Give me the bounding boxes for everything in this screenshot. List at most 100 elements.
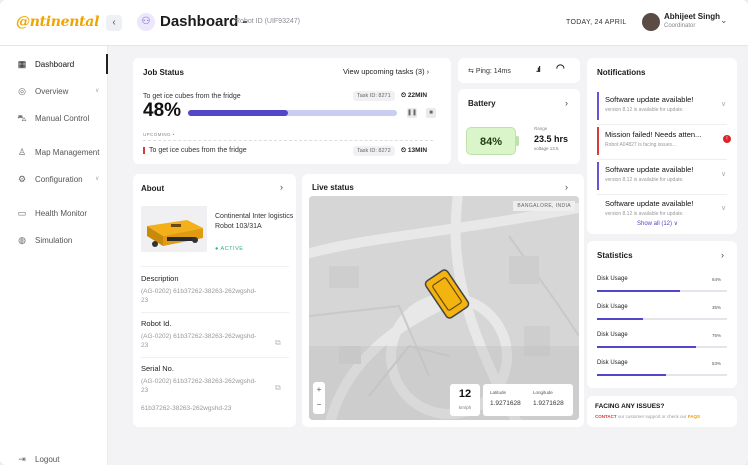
contact-link[interactable]: CONTACT bbox=[595, 414, 617, 419]
next-task-text: To get ice cubes from the fridge bbox=[143, 147, 247, 154]
stat-percent: 76% bbox=[712, 333, 722, 338]
gear-icon: ⚙ bbox=[17, 174, 27, 184]
avatar[interactable] bbox=[642, 13, 660, 31]
copy-icon[interactable]: ⧉ bbox=[275, 338, 281, 348]
eye-icon: ◎ bbox=[18, 86, 26, 96]
notifications-card: Notifications Software update available!… bbox=[587, 58, 737, 234]
car-icon: ⛍ bbox=[17, 113, 27, 123]
sidebar-item-label: Map Management bbox=[35, 148, 100, 157]
stat-bar-fill bbox=[597, 346, 696, 348]
clock-icon: ⏲ bbox=[401, 147, 407, 154]
divider bbox=[141, 266, 289, 267]
sidebar-item-label: Overview bbox=[35, 87, 69, 96]
clock-icon: ⏲ bbox=[401, 92, 407, 99]
chevron-down-icon[interactable]: ∨ bbox=[721, 170, 726, 178]
sidebar-item-map-management[interactable]: ♙ Map Management bbox=[0, 142, 108, 162]
robot-id-value: (AG-0202) 61b37262-38263-262wgshd-23 bbox=[141, 333, 257, 349]
robot-name: Continental Inter logistics Robot 103/31… bbox=[215, 213, 294, 230]
battery-icon bbox=[516, 136, 519, 146]
latitude-value: 1.9271628 bbox=[490, 400, 521, 407]
robot-id-label: Robot ID (UIF93247) bbox=[235, 18, 300, 25]
sidebar-item-simulation[interactable]: ◍ Simulation bbox=[0, 230, 108, 250]
user-map-icon: ♙ bbox=[17, 147, 27, 157]
sidebar-item-dashboard[interactable]: ▦ Dashboard bbox=[0, 54, 108, 74]
notification-item[interactable]: Mission failed! Needs atten... Robot A04… bbox=[597, 127, 731, 155]
speed-value: 12 bbox=[458, 388, 472, 400]
location-badge: BANGALORE, INDIA bbox=[513, 201, 575, 211]
user-role: Coordinator bbox=[664, 23, 696, 29]
support-middle-text: our customer support or check our bbox=[616, 414, 688, 419]
sidebar-item-label: Configuration bbox=[35, 175, 83, 184]
description-label: Description bbox=[141, 274, 179, 283]
chevron-down-icon[interactable]: ∨ bbox=[721, 100, 726, 108]
stat-label: Disk Usage bbox=[597, 332, 628, 338]
task-id-badge: Task ID: 8271 bbox=[353, 91, 395, 101]
stat-percent: 64% bbox=[712, 277, 722, 282]
stat-percent: 53% bbox=[712, 361, 722, 366]
chevron-right-icon[interactable]: › bbox=[721, 250, 724, 260]
card-title: Notifications bbox=[597, 68, 646, 77]
serial-value-secondary: 61b37262-38263-262wgshd-23 bbox=[141, 405, 232, 412]
notification-item[interactable]: Software update available! version 8.12 … bbox=[597, 196, 727, 220]
chevron-right-icon[interactable]: › bbox=[565, 98, 568, 108]
battery-card: Battery › 84% Range 23.5 hrs voltage 13.… bbox=[458, 89, 580, 164]
ping-card: ⇆ Ping: 14ms .ıl ◠ bbox=[458, 58, 580, 83]
card-title: Live status bbox=[312, 183, 354, 192]
view-upcoming-tasks-label: View upcoming tasks (3) bbox=[343, 67, 425, 76]
logout-label: Logout bbox=[35, 455, 60, 464]
chevron-right-icon[interactable]: › bbox=[280, 182, 283, 192]
status-badge: ● ACTIVE bbox=[215, 246, 244, 252]
notification-item[interactable]: Software update available! version 8.12 … bbox=[597, 92, 727, 120]
chevron-right-icon[interactable]: › bbox=[565, 182, 568, 192]
show-all-link[interactable]: Show all (12) ∨ bbox=[637, 220, 678, 227]
serial-value: (AG-0202) 61b37262-38263-262wgshd-23 bbox=[141, 378, 257, 394]
chevron-down-icon[interactable]: ⌄ bbox=[720, 15, 728, 26]
task-time-value: 13MIN bbox=[407, 147, 428, 154]
notification-title: Software update available! bbox=[605, 165, 694, 174]
task-time: ⏲ 22MIN bbox=[401, 92, 427, 100]
card-title: About bbox=[141, 184, 165, 193]
copy-icon[interactable]: ⧉ bbox=[275, 383, 281, 393]
progress-percent: 48% bbox=[143, 100, 182, 121]
sidebar-item-logout[interactable]: ⇥ Logout bbox=[0, 452, 108, 465]
sidebar-item-overview[interactable]: ◎ Overview ∨ bbox=[0, 81, 108, 101]
task-time-value: 22MIN bbox=[407, 92, 428, 99]
upcoming-label: UPCOMING • bbox=[143, 132, 175, 137]
stat-label: Disk Usage bbox=[597, 304, 628, 310]
zoom-in-button[interactable]: + bbox=[313, 382, 325, 397]
zoom-out-button[interactable]: − bbox=[313, 397, 325, 412]
stop-button[interactable]: ■ bbox=[426, 108, 436, 118]
live-map[interactable]: BANGALORE, INDIA + − 12 km/ph Latitude 1… bbox=[309, 196, 579, 420]
notification-item[interactable]: Software update available! version 8.12 … bbox=[597, 162, 727, 190]
alert-badge: ! bbox=[723, 135, 731, 143]
notification-title: Software update available! bbox=[605, 95, 694, 104]
dashboard-icon: ⚇ bbox=[137, 13, 155, 31]
divider bbox=[141, 357, 289, 358]
voltage-label: voltage 13.5 bbox=[534, 146, 559, 151]
card-title: Job Status bbox=[143, 68, 184, 77]
globe-icon: ◍ bbox=[18, 235, 26, 245]
sidebar-item-label: Manual Control bbox=[35, 114, 90, 123]
latitude-label: Latitude bbox=[490, 390, 507, 395]
faqs-link[interactable]: FAQS bbox=[688, 414, 700, 419]
sidebar-item-health-monitor[interactable]: ▭ Health Monitor bbox=[0, 203, 108, 223]
task-progress-bar bbox=[188, 110, 397, 116]
sidebar-item-configuration[interactable]: ⚙ Configuration ∨ bbox=[0, 169, 108, 189]
user-name[interactable]: Abhijeet Singh bbox=[664, 12, 720, 21]
brand-logo[interactable]: @ntinental bbox=[16, 14, 99, 30]
notification-title: Software update available! bbox=[605, 199, 694, 208]
stat-bar-fill bbox=[597, 318, 643, 320]
stat-bar-fill bbox=[597, 290, 681, 292]
sidebar-item-manual-control[interactable]: ⛍ Manual Control bbox=[0, 108, 108, 128]
divider bbox=[597, 124, 727, 125]
job-status-card: Job Status View upcoming tasks (3) › To … bbox=[133, 58, 451, 164]
chevron-down-icon[interactable]: ∨ bbox=[721, 204, 726, 212]
notification-subtitle: version 8.12 is available for update. bbox=[605, 177, 684, 183]
pause-button[interactable]: ❚❚ bbox=[407, 108, 417, 118]
view-upcoming-tasks-link[interactable]: View upcoming tasks (3) › bbox=[343, 67, 429, 76]
divider bbox=[597, 159, 727, 160]
collapse-sidebar-button[interactable]: ‹ bbox=[106, 15, 122, 31]
ping-label: ⇆ Ping: 14ms bbox=[468, 67, 511, 75]
notification-title: Mission failed! Needs atten... bbox=[605, 130, 702, 139]
notification-subtitle: version 8.12 is available for update. bbox=[605, 211, 684, 217]
